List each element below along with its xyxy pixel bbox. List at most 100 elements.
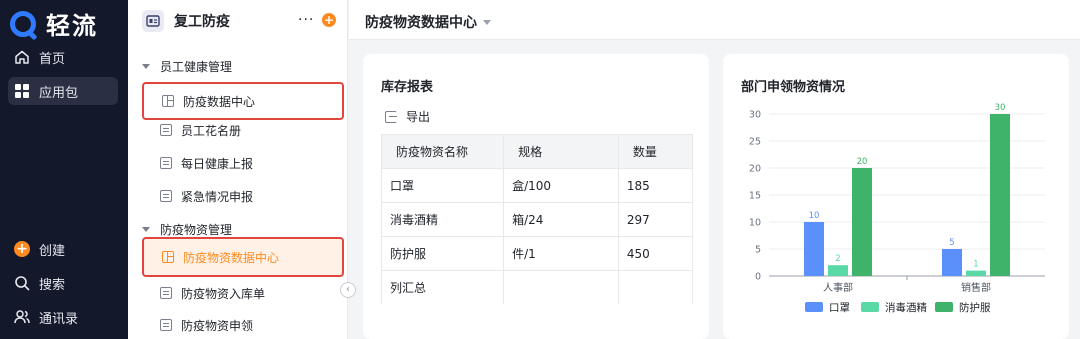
brand-name: 轻流 xyxy=(46,12,98,40)
y-tick-label: 0 xyxy=(755,272,761,283)
page-item-daily-report[interactable]: 每日健康上报 xyxy=(142,147,344,179)
nav-item-home[interactable]: 首页 xyxy=(8,43,118,71)
page-title[interactable]: 防疫物资数据中心 xyxy=(365,12,491,32)
page-label: 员工花名册 xyxy=(181,123,242,138)
export-label: 导出 xyxy=(406,110,431,124)
legend-swatch xyxy=(861,302,879,312)
export-button[interactable]: 导出 xyxy=(385,108,430,125)
form-icon xyxy=(160,157,172,169)
table-summary-row: 列汇总 xyxy=(381,270,693,304)
data-label: 1 xyxy=(973,260,978,270)
bar xyxy=(852,168,872,276)
form-icon xyxy=(160,190,172,202)
table-cell: 185 xyxy=(617,168,693,203)
nav-item-create[interactable]: + 创建 xyxy=(8,235,118,263)
page-item-supply-data-center[interactable]: 防疫物资数据中心 xyxy=(142,237,344,277)
table-cell: 450 xyxy=(617,236,693,271)
page-label: 防疫物资入库单 xyxy=(181,286,266,301)
page-item-roster[interactable]: 员工花名册 xyxy=(142,114,344,146)
legend-label: 口罩 xyxy=(829,302,850,314)
y-tick-label: 30 xyxy=(749,110,761,121)
legend-label: 消毒酒精 xyxy=(885,301,927,314)
table-cell: 消毒酒精 xyxy=(381,202,505,237)
legend-swatch xyxy=(935,302,953,312)
page-label: 每日健康上报 xyxy=(181,156,254,171)
nav-item-contacts[interactable]: 通讯录 xyxy=(8,303,118,331)
stock-table-viewport[interactable]: 防疫物资名称 规格 数量 口罩 盒/100 185 消毒酒精 箱/24 297 xyxy=(381,134,693,304)
group-employee-health[interactable]: 员工健康管理 xyxy=(142,58,232,75)
table-cell xyxy=(503,270,619,304)
x-tick-label: 人事部 xyxy=(823,281,853,294)
table-cell: 297 xyxy=(617,202,693,237)
data-label: 5 xyxy=(949,238,954,248)
nav-item-label: 应用包 xyxy=(39,85,79,101)
page-label: 防疫物资申领 xyxy=(181,318,254,333)
logo-icon xyxy=(10,10,36,37)
plus-icon: + xyxy=(14,241,30,257)
stock-report-title: 库存报表 xyxy=(381,80,434,95)
page-header: 防疫物资数据中心 xyxy=(349,0,1080,40)
caret-down-icon xyxy=(142,227,150,232)
nav-item-app-package[interactable]: 应用包 xyxy=(8,77,118,105)
table-cell: 列汇总 xyxy=(381,270,505,304)
nav-item-label: 搜索 xyxy=(39,277,66,293)
contacts-icon xyxy=(14,309,30,325)
table-cell: 防护服 xyxy=(381,236,505,271)
column-header[interactable]: 规格 xyxy=(503,134,619,169)
page-item-emergency[interactable]: 紧急情况申报 xyxy=(142,180,344,212)
group-label: 防疫物资管理 xyxy=(160,223,233,237)
nav-item-label: 通讯录 xyxy=(39,311,79,327)
table-cell xyxy=(617,270,693,304)
export-icon xyxy=(385,110,397,123)
table-row[interactable]: 消毒酒精 箱/24 297 xyxy=(381,202,693,237)
x-tick-label: 销售部 xyxy=(961,281,991,294)
app-header[interactable]: 复工防疫 xyxy=(142,10,230,32)
page-label: 防疫数据中心 xyxy=(183,94,256,109)
column-header[interactable]: 防疫物资名称 xyxy=(381,134,505,169)
page-label: 防疫物资数据中心 xyxy=(183,250,280,265)
search-icon xyxy=(14,275,30,291)
form-icon xyxy=(160,287,172,299)
bar xyxy=(828,265,848,276)
table-row[interactable]: 防护服 件/1 450 xyxy=(381,236,693,271)
data-label: 30 xyxy=(995,103,1006,113)
global-nav: 轻流 首页 应用包 + 创建 搜索 通讯录 xyxy=(0,0,128,339)
table-cell: 件/1 xyxy=(503,236,619,271)
page-item-requisition[interactable]: 防疫物资申领 xyxy=(142,309,344,339)
table-header-row: 防疫物资名称 规格 数量 xyxy=(381,134,693,169)
bar xyxy=(990,114,1010,276)
data-label: 10 xyxy=(809,211,820,221)
group-supplies[interactable]: 防疫物资管理 xyxy=(142,221,232,238)
group-label: 员工健康管理 xyxy=(160,60,233,74)
collapse-sidebar-button[interactable]: ‹ xyxy=(340,282,356,298)
bar xyxy=(942,249,962,276)
dept-bar-chart: 0 5 10 15 20 25 30 人事部 10 2 20 销售部 5 1 30 口罩 消毒酒精 防护服 xyxy=(749,103,1045,314)
nav-item-search[interactable]: 搜索 xyxy=(8,269,118,297)
home-icon xyxy=(14,49,30,65)
dashboard-icon xyxy=(162,251,174,263)
table-row[interactable]: 口罩 盒/100 185 xyxy=(381,168,693,203)
data-label: 20 xyxy=(857,157,868,167)
bar xyxy=(966,270,986,276)
add-page-button[interactable]: + xyxy=(322,13,336,27)
y-tick-label: 10 xyxy=(749,218,761,229)
legend-label: 防护服 xyxy=(959,301,991,314)
form-icon xyxy=(160,319,172,331)
data-label: 2 xyxy=(835,254,840,264)
table-cell: 口罩 xyxy=(381,168,505,203)
table-cell: 箱/24 xyxy=(503,202,619,237)
app-root: 轻流 首页 应用包 + 创建 搜索 通讯录 复工防疫 ··· + 员工健康管理 … xyxy=(0,0,1080,339)
nav-item-label: 首页 xyxy=(39,51,66,67)
caret-down-icon xyxy=(142,64,150,69)
stock-table: 防疫物资名称 规格 数量 口罩 盒/100 185 消毒酒精 箱/24 297 xyxy=(381,134,693,304)
brand-logo[interactable]: 轻流 xyxy=(10,6,98,41)
y-tick-label: 15 xyxy=(749,191,761,202)
table-cell: 盒/100 xyxy=(503,168,619,203)
stock-report-card: 库存报表 导出 防疫物资名称 规格 数量 口罩 盒/100 185 消毒酒精 箱… xyxy=(363,54,709,339)
form-icon xyxy=(160,124,172,136)
column-header[interactable]: 数量 xyxy=(617,134,693,169)
chevron-down-icon xyxy=(483,19,491,25)
app-icon xyxy=(142,10,164,32)
more-icon[interactable]: ··· xyxy=(298,12,314,28)
page-item-inbound[interactable]: 防疫物资入库单 xyxy=(142,277,344,309)
